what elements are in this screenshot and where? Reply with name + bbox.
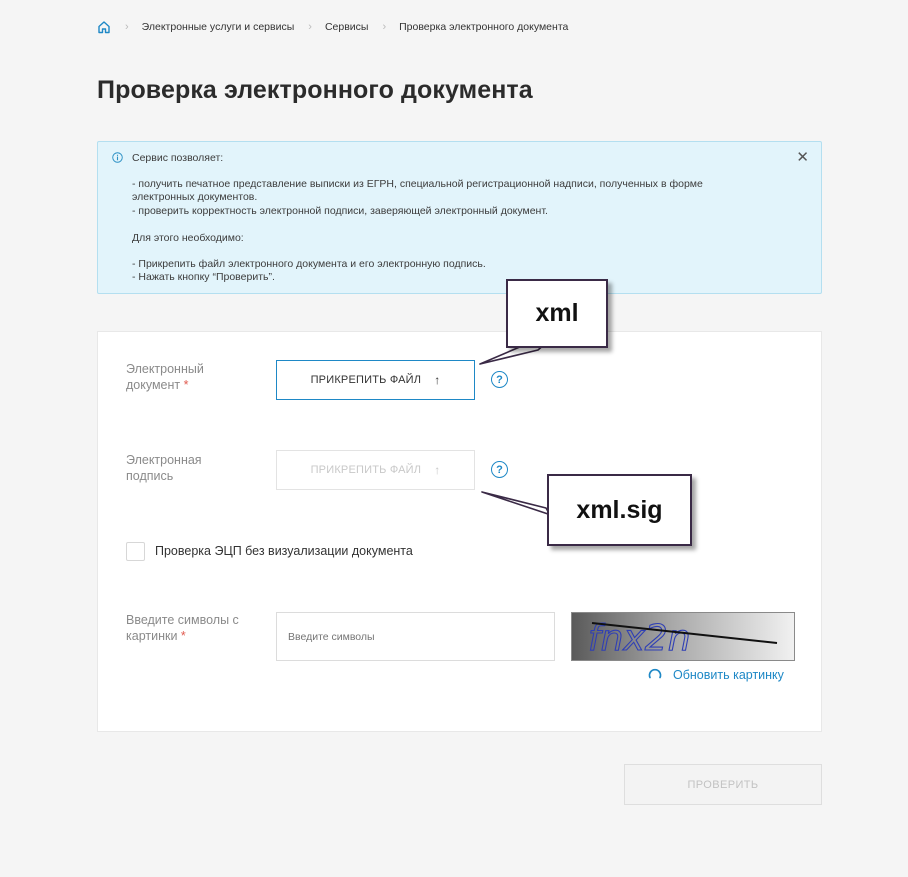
signature-label-line: Электронная (126, 453, 202, 467)
info-text: электронных документов. (132, 191, 258, 203)
upload-icon: ↑ (434, 373, 441, 387)
refresh-icon (648, 668, 662, 679)
attach-document-button[interactable]: ПРИКРЕПИТЬ ФАЙЛ ↑ (276, 360, 475, 400)
document-label-line: Электронный (126, 362, 204, 376)
captcha-svg: fnx2n (572, 613, 794, 660)
upload-icon: ↑ (434, 463, 441, 477)
help-icon[interactable]: ? (491, 371, 508, 388)
captcha-image: fnx2n (571, 612, 795, 661)
info-text: Для этого необходимо: (132, 232, 244, 244)
home-icon[interactable] (97, 20, 111, 34)
close-icon[interactable]: ✕ (796, 150, 809, 165)
help-icon[interactable]: ? (491, 461, 508, 478)
refresh-captcha-link[interactable]: Обновить картинку (647, 667, 784, 683)
attach-signature-label: ПРИКРЕПИТЬ ФАЙЛ (310, 464, 422, 476)
info-text: - получить печатное представление выписк… (132, 178, 703, 190)
signature-label: Электронная подпись (126, 452, 246, 484)
info-icon (112, 152, 123, 163)
captcha-label: Введите символы с картинки * (126, 612, 266, 644)
annotation-callout-xml-sig: xml.sig (547, 474, 692, 546)
breadcrumb-item-services-main[interactable]: Электронные услуги и сервисы (142, 21, 295, 33)
attach-document-label: ПРИКРЕПИТЬ ФАЙЛ (310, 374, 422, 386)
document-label-line: документ (126, 378, 181, 392)
signature-label-line: подпись (126, 469, 174, 483)
breadcrumb: › Электронные услуги и сервисы › Сервисы… (97, 18, 568, 36)
info-text: - Нажать кнопку “Проверить”. (132, 271, 275, 283)
attach-signature-button[interactable]: ПРИКРЕПИТЬ ФАЙЛ ↑ (276, 450, 475, 490)
required-mark: * (183, 378, 189, 392)
verify-button[interactable]: ПРОВЕРИТЬ (624, 764, 822, 805)
chevron-right-icon: › (308, 21, 312, 33)
chevron-right-icon: › (382, 21, 387, 33)
chevron-right-icon: › (125, 21, 129, 33)
refresh-label: Обновить картинку (673, 668, 784, 682)
verification-form: Электронный документ * ПРИКРЕПИТЬ ФАЙЛ ↑… (97, 331, 822, 732)
no-visualization-checkbox[interactable] (126, 542, 145, 561)
page-title: Проверка электронного документа (97, 76, 533, 104)
annotation-callout-xml: xml (506, 279, 608, 348)
info-panel: ✕ Сервис позволяет: - получить печатное … (97, 141, 822, 294)
captcha-input[interactable] (276, 612, 555, 661)
breadcrumb-item-current: Проверка электронного документа (399, 21, 569, 33)
captcha-label-line: картинки (126, 629, 178, 643)
breadcrumb-item-services[interactable]: Сервисы (325, 21, 369, 33)
checkbox-label: Проверка ЭЦП без визуализации документа (155, 544, 413, 558)
info-text: - Прикрепить файл электронного документа… (132, 258, 486, 270)
document-label: Электронный документ * (126, 361, 246, 393)
info-text: - проверить корректность электронной под… (132, 205, 548, 217)
required-mark: * (180, 629, 186, 643)
captcha-label-line: Введите символы с (126, 613, 239, 627)
info-heading: Сервис позволяет: (132, 152, 224, 164)
